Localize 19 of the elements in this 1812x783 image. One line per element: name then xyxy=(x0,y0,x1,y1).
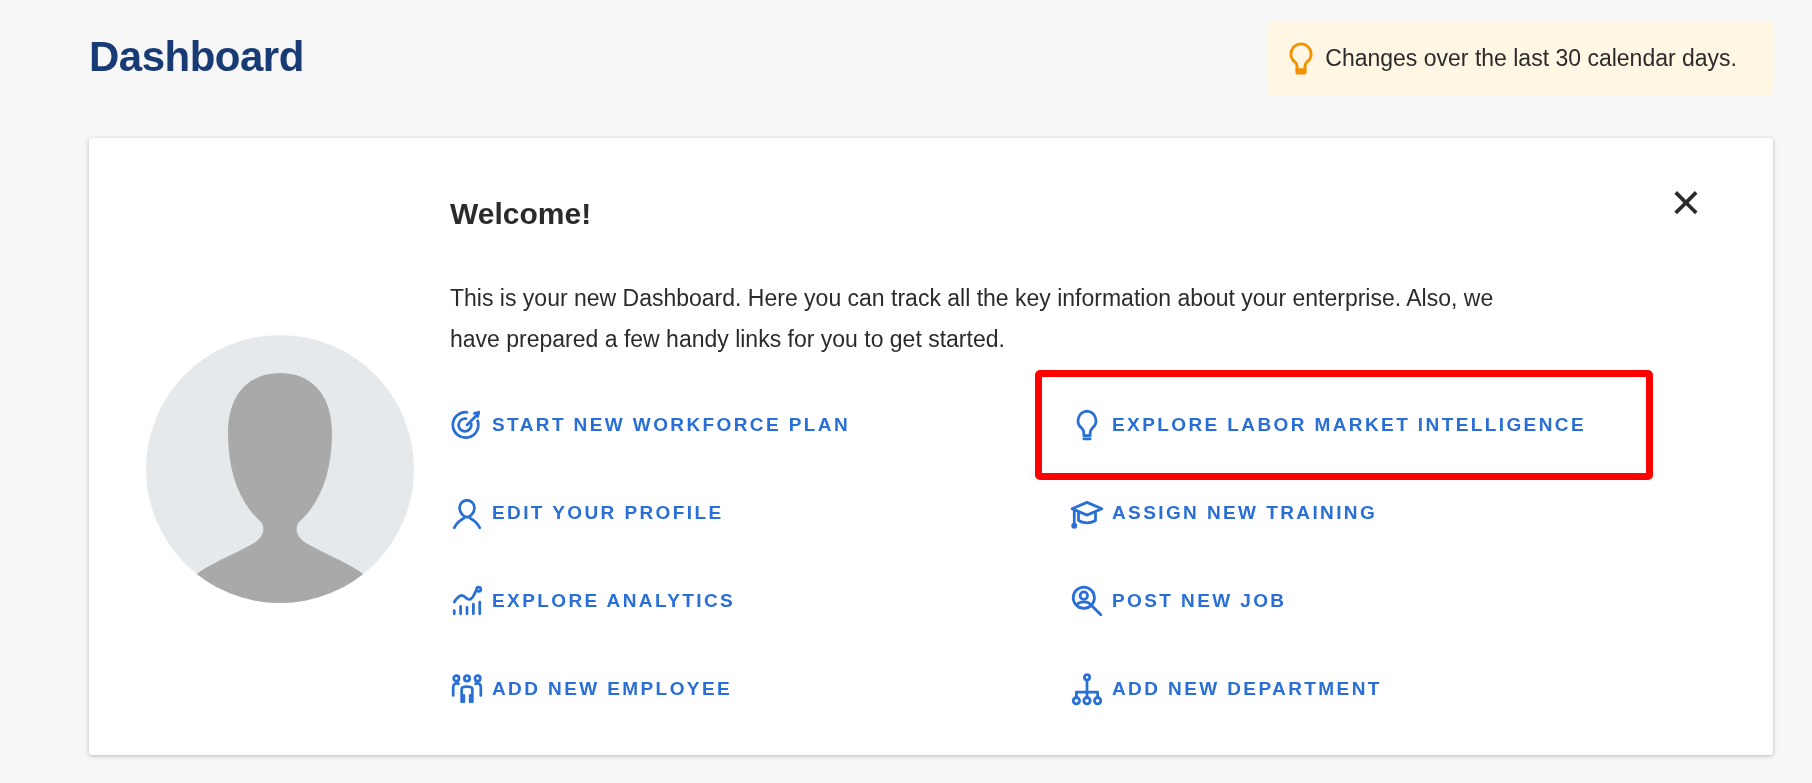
quick-link[interactable]: ASSIGN NEW TRAINING xyxy=(1070,496,1378,530)
close-button[interactable]: × xyxy=(1666,176,1705,228)
page-title: Dashboard xyxy=(89,32,304,82)
quick-link[interactable]: START NEW WORKFORCE PLAN xyxy=(450,408,851,442)
quick-link[interactable]: EXPLORE ANALYTICS xyxy=(450,584,736,618)
notice-text: Changes over the last 30 calendar days. xyxy=(1325,44,1737,74)
quick-link[interactable]: EXPLORE LABOR MARKET INTELLIGENCE xyxy=(1070,408,1586,442)
people-icon xyxy=(450,672,484,706)
lightbulb-icon xyxy=(1289,41,1314,76)
quick-link[interactable]: EDIT YOUR PROFILE xyxy=(450,496,724,530)
welcome-title: Welcome! xyxy=(450,196,592,232)
search-person-icon xyxy=(1070,584,1104,618)
quick-link[interactable]: ADD NEW DEPARTMENT xyxy=(1070,672,1382,706)
welcome-message: This is your new Dashboard. Here you can track all the key information about your enterprise. Also, we have prepared a few handy links for you to get started. xyxy=(450,284,1495,354)
org-chart-icon xyxy=(1070,672,1104,706)
chart-icon xyxy=(450,584,484,618)
quick-link[interactable]: POST NEW JOB xyxy=(1070,584,1287,618)
person-icon xyxy=(450,496,484,530)
quick-link[interactable]: ADD NEW EMPLOYEE xyxy=(450,672,733,706)
